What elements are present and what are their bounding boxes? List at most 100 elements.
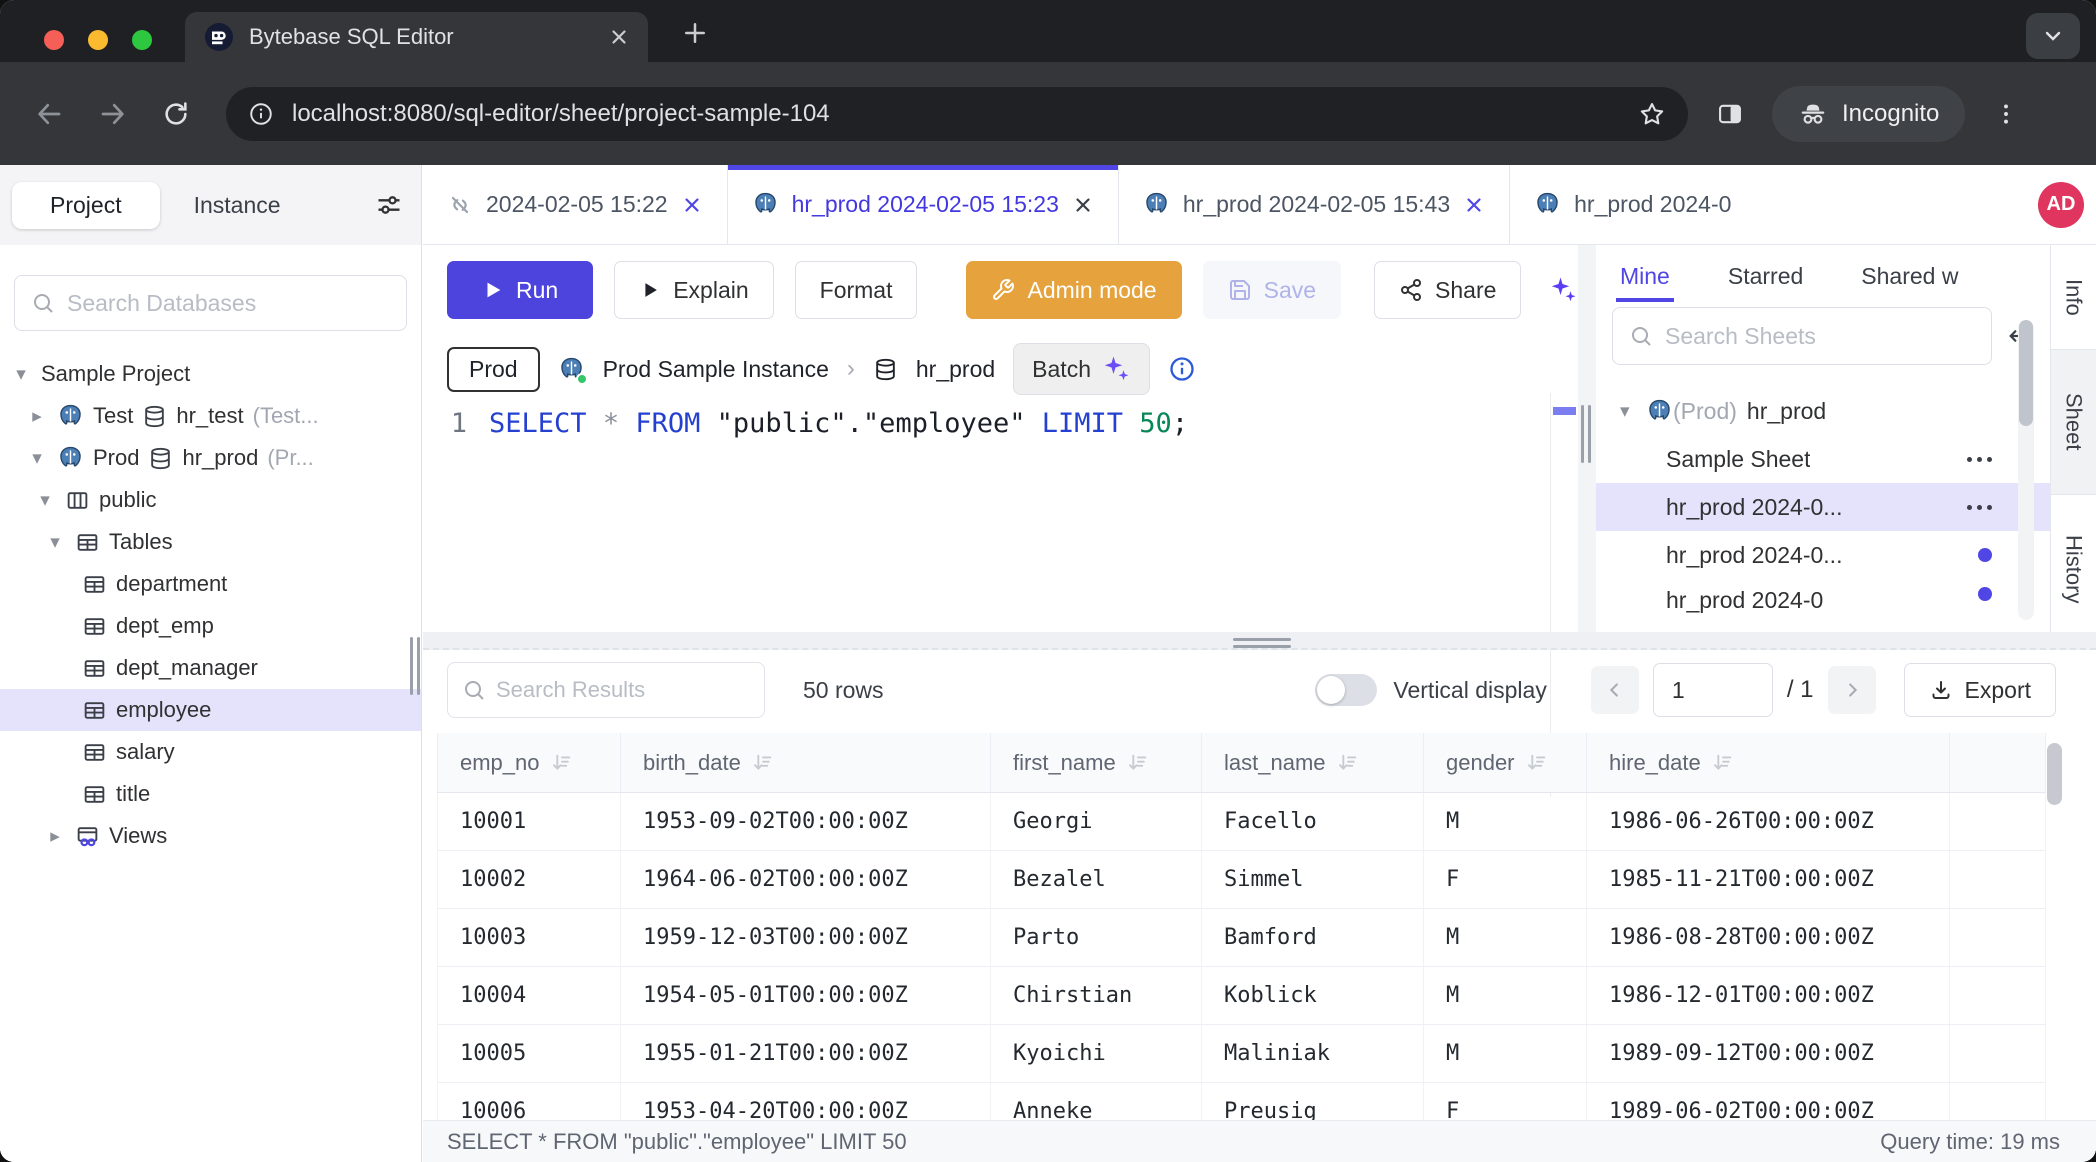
ai-assistant-icon[interactable]: [1548, 275, 1578, 305]
database-search-box[interactable]: [14, 275, 407, 331]
info-icon[interactable]: [1168, 355, 1196, 383]
tree-item[interactable]: department: [0, 563, 421, 605]
table-row[interactable]: 100051955-01-21T00:00:00ZKyoichiMaliniak…: [437, 1025, 2046, 1083]
tree-item[interactable]: ▸Testhr_test(Test...: [0, 395, 421, 437]
sheet-item[interactable]: hr_prod 2024-0...: [1596, 483, 2050, 531]
next-page-button[interactable]: [1828, 666, 1876, 714]
chevron-down-icon[interactable]: ▾: [10, 363, 32, 386]
tree-item[interactable]: ▾Tables: [0, 521, 421, 563]
tab-shared[interactable]: Shared w: [1861, 263, 1989, 290]
sheet-item[interactable]: hr_prod 2024-0: [1596, 579, 2050, 613]
sheet-menu-icon[interactable]: [1967, 457, 1992, 462]
tree-item[interactable]: dept_manager: [0, 647, 421, 689]
column-header[interactable]: emp_no: [437, 733, 621, 793]
table-scrollbar[interactable]: [2047, 740, 2062, 1112]
sql-editor[interactable]: 1 SELECT * FROM "public"."employee" LIMI…: [423, 400, 1550, 632]
close-window-button[interactable]: [44, 30, 64, 50]
export-button[interactable]: Export: [1904, 663, 2056, 717]
rail-tab-sheet[interactable]: Sheet: [2051, 350, 2096, 495]
column-header[interactable]: birth_date: [621, 733, 991, 793]
tree-item[interactable]: ▾Prodhr_prod(Pr...: [0, 437, 421, 479]
new-tab-button[interactable]: [680, 18, 710, 48]
chevron-right-icon[interactable]: ▸: [26, 405, 48, 428]
browser-menu-icon[interactable]: [1993, 101, 2019, 127]
table-row[interactable]: 100031959-12-03T00:00:00ZPartoBamfordM19…: [437, 909, 2046, 967]
browser-tab[interactable]: Bytebase SQL Editor: [185, 12, 648, 62]
database-name[interactable]: hr_prod: [916, 356, 995, 383]
editor-tab[interactable]: 2024-02-05 15:22: [423, 165, 728, 244]
url-text[interactable]: localhost:8080/sql-editor/sheet/project-…: [292, 100, 1620, 128]
chevron-down-icon[interactable]: ▾: [34, 489, 56, 512]
avatar[interactable]: AD: [2038, 182, 2084, 228]
format-button[interactable]: Format: [795, 261, 918, 319]
results-search-box[interactable]: [447, 662, 765, 718]
column-header[interactable]: gender: [1424, 733, 1587, 793]
sheet-search-input[interactable]: [1665, 323, 1975, 350]
tree-item[interactable]: employee: [0, 689, 421, 731]
explain-button[interactable]: Explain: [614, 261, 773, 319]
table-row[interactable]: 100061953-04-20T00:00:00ZAnnekePreusigF1…: [437, 1083, 2046, 1120]
tree-item[interactable]: dept_emp: [0, 605, 421, 647]
tab-starred[interactable]: Starred: [1728, 263, 1803, 290]
sheet-group[interactable]: ▾(Prod)hr_prod: [1596, 387, 2050, 435]
database-search-input[interactable]: [67, 290, 390, 317]
table-row[interactable]: 100041954-05-01T00:00:00ZChirstianKoblic…: [437, 967, 2046, 1025]
editor-tab[interactable]: hr_prod 2024-0: [1510, 165, 1790, 244]
rail-tab-history[interactable]: History: [2051, 495, 2096, 645]
chevron-right-icon[interactable]: ▸: [44, 825, 66, 848]
reload-button[interactable]: [162, 100, 190, 128]
tab-search-button[interactable]: [2026, 13, 2080, 59]
sheet-search-box[interactable]: [1612, 307, 1992, 365]
forward-button[interactable]: [98, 99, 128, 129]
tree-item[interactable]: ▸Views: [0, 815, 421, 857]
vertical-display-toggle[interactable]: [1315, 674, 1377, 706]
tab-mine[interactable]: Mine: [1620, 263, 1670, 290]
editor-tab[interactable]: hr_prod 2024-02-05 15:43: [1119, 165, 1510, 244]
close-tab-icon[interactable]: [681, 194, 703, 216]
run-button[interactable]: Run: [447, 261, 593, 319]
results-resize-handle[interactable]: [1233, 638, 1291, 648]
sheet-item[interactable]: Sample Sheet: [1596, 435, 2050, 483]
tree-item[interactable]: salary: [0, 731, 421, 773]
panel-resize-handle[interactable]: [1581, 405, 1591, 463]
close-tab-icon[interactable]: [1072, 194, 1094, 216]
admin-mode-button[interactable]: Admin mode: [966, 261, 1181, 319]
bookmark-star-icon[interactable]: [1638, 100, 1666, 128]
results-search-input[interactable]: [496, 677, 750, 703]
page-info-icon[interactable]: [248, 101, 274, 127]
sql-code-line[interactable]: SELECT * FROM "public"."employee" LIMIT …: [489, 408, 1188, 439]
sidebar-resize-handle[interactable]: [410, 637, 420, 695]
table-row[interactable]: 100011953-09-02T00:00:00ZGeorgiFacelloM1…: [437, 793, 2046, 851]
tab-instance[interactable]: Instance: [160, 182, 315, 229]
rail-tab-info[interactable]: Info: [2051, 245, 2096, 350]
minimize-window-button[interactable]: [88, 30, 108, 50]
side-panel-icon[interactable]: [1716, 100, 1744, 128]
address-bar[interactable]: localhost:8080/sql-editor/sheet/project-…: [226, 87, 1688, 141]
sheet-item[interactable]: hr_prod 2024-0...: [1596, 531, 2050, 579]
editor-tab[interactable]: hr_prod 2024-02-05 15:23: [728, 165, 1119, 244]
sheet-menu-icon[interactable]: [1967, 505, 1992, 510]
sidebar-filter-icon[interactable]: [375, 191, 403, 219]
page-input[interactable]: [1653, 663, 1773, 717]
close-tab-icon[interactable]: [608, 26, 630, 48]
table-row[interactable]: 100021964-06-02T00:00:00ZBezalelSimmelF1…: [437, 851, 2046, 909]
column-header[interactable]: hire_date: [1587, 733, 1950, 793]
maximize-window-button[interactable]: [132, 30, 152, 50]
chevron-down-icon[interactable]: ▾: [1620, 400, 1646, 423]
column-header[interactable]: first_name: [991, 733, 1202, 793]
back-button[interactable]: [34, 99, 64, 129]
chevron-down-icon[interactable]: ▾: [26, 447, 48, 470]
tree-item[interactable]: ▾public: [0, 479, 421, 521]
close-tab-icon[interactable]: [1463, 194, 1485, 216]
prev-page-button[interactable]: [1591, 666, 1639, 714]
share-button[interactable]: Share: [1374, 261, 1521, 319]
batch-button[interactable]: Batch: [1013, 343, 1150, 395]
save-button[interactable]: Save: [1203, 261, 1341, 319]
instance-name[interactable]: Prod Sample Instance: [603, 356, 829, 383]
column-header[interactable]: last_name: [1202, 733, 1424, 793]
tree-item[interactable]: title: [0, 773, 421, 815]
chevron-down-icon[interactable]: ▾: [44, 531, 66, 554]
tab-project[interactable]: Project: [12, 182, 160, 229]
tree-item[interactable]: ▾Sample Project: [0, 353, 421, 395]
sheet-scrollbar[interactable]: [2018, 320, 2034, 620]
